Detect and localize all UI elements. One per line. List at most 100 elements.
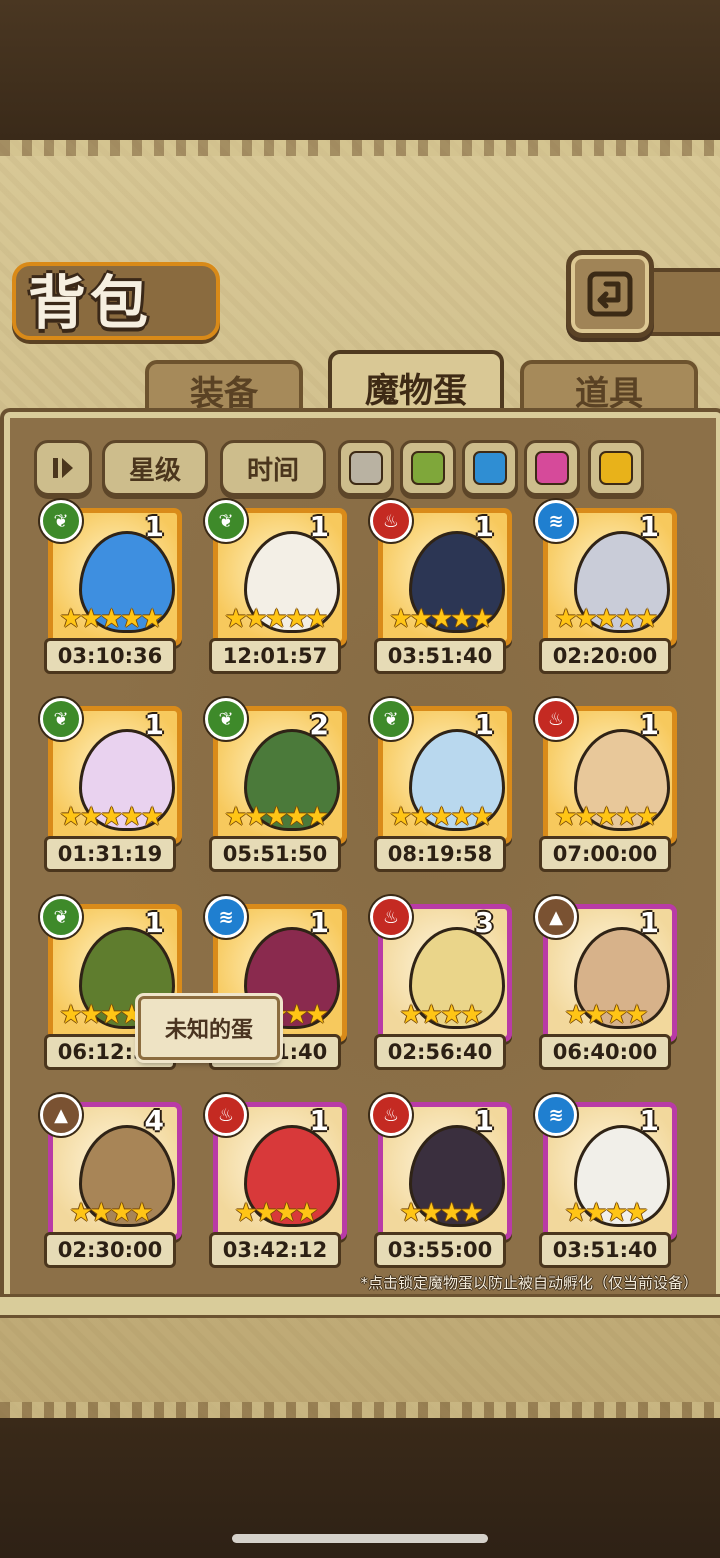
egg-timer: 12:01:57 (209, 638, 341, 674)
water-element-icon: ≋ (205, 896, 247, 938)
egg-count: 1 (639, 708, 659, 741)
egg-timer: 08:19:58 (374, 836, 506, 872)
egg-card[interactable]: ▲ 1 ★★★★ 06:40:00 (535, 896, 677, 1070)
egg-stars: ★★★★ (399, 1198, 483, 1228)
plant-element-icon: ❦ (205, 500, 247, 542)
egg-timer: 02:20:00 (539, 638, 671, 674)
egg-timer: 03:55:00 (374, 1232, 506, 1268)
egg-card[interactable]: ≋ 1 ★★★★★ 02:20:00 (535, 500, 677, 674)
filter-gray-swatch (349, 451, 383, 485)
plant-element-icon: ❦ (40, 698, 82, 740)
egg-count: 1 (144, 708, 164, 741)
page-title: 背包 (28, 269, 153, 337)
egg-count: 1 (309, 510, 329, 543)
egg-stars: ★★★★★ (59, 802, 164, 832)
fire-element-icon: ♨ (535, 698, 577, 740)
panel-bottom-rail (0, 1294, 720, 1318)
plant-element-icon: ❦ (40, 500, 82, 542)
egg-card[interactable]: ♨ 1 ★★★★★ 07:00:00 (535, 698, 677, 872)
egg-stars: ★★★★★ (59, 604, 164, 634)
egg-timer: 03:42:12 (209, 1232, 341, 1268)
egg-card[interactable]: ❦ 1 ★★★★★ 08:19:58 (370, 698, 512, 872)
category-tabs: 装备 魔物蛋 道具 (10, 350, 710, 420)
egg-count: 1 (309, 1104, 329, 1137)
filter-pink-button[interactable] (524, 440, 580, 496)
egg-count: 1 (639, 510, 659, 543)
egg-stars: ★★★★★ (554, 604, 659, 634)
egg-count: 1 (144, 906, 164, 939)
tab-items[interactable]: 道具 (520, 360, 698, 416)
egg-count: 1 (474, 510, 494, 543)
egg-card[interactable]: ♨ 1 ★★★★★ 03:51:40 (370, 500, 512, 674)
top-background (0, 0, 720, 140)
egg-timer: 03:51:40 (374, 638, 506, 674)
fire-element-icon: ♨ (370, 1094, 412, 1136)
egg-stars: ★★★★ (564, 1000, 648, 1030)
water-element-icon: ≋ (535, 500, 577, 542)
home-indicator[interactable] (232, 1534, 488, 1543)
egg-timer: 06:40:00 (539, 1034, 671, 1070)
fire-element-icon: ♨ (370, 500, 412, 542)
egg-stars: ★★★★★ (554, 802, 659, 832)
egg-tooltip: 未知的蛋 (138, 996, 280, 1060)
filter-gold-button[interactable] (588, 440, 644, 496)
egg-count: 2 (309, 708, 329, 741)
sort-by-time-button[interactable]: 时间 (220, 440, 326, 496)
egg-timer: 01:31:19 (44, 836, 176, 872)
egg-timer: 03:10:36 (44, 638, 176, 674)
egg-card[interactable]: ≋ 1 ★★★★ 03:51:40 (535, 1094, 677, 1268)
egg-stars: ★★★★★ (389, 604, 494, 634)
egg-stars: ★★★★★ (224, 604, 329, 634)
lock-hint-text: *点击锁定魔物蛋以防止被自动孵化（仅当前设备） (360, 1274, 698, 1292)
egg-card[interactable]: ♨ 3 ★★★★ 02:56:40 (370, 896, 512, 1070)
egg-stars: ★★★★ (69, 1198, 153, 1228)
egg-stars: ★★★★ (234, 1198, 318, 1228)
plant-element-icon: ❦ (40, 896, 82, 938)
egg-card[interactable]: ❦ 1 ★★★★★ 01:31:19 (40, 698, 182, 872)
earth-element-icon: ▲ (535, 896, 577, 938)
egg-stars: ★★★★ (399, 1000, 483, 1030)
fire-element-icon: ♨ (370, 896, 412, 938)
egg-card[interactable]: ▲ 4 ★★★★ 02:30:00 (40, 1094, 182, 1268)
tab-monster-eggs[interactable]: 魔物蛋 (328, 350, 504, 420)
sort-order-button[interactable] (34, 440, 92, 496)
egg-timer: 05:51:50 (209, 836, 341, 872)
egg-count: 1 (474, 1104, 494, 1137)
plant-element-icon: ❦ (370, 698, 412, 740)
filter-pink-swatch (535, 451, 569, 485)
sort-toggle-icon (53, 458, 73, 478)
egg-card[interactable]: ❦ 1 ★★★★★ 12:01:57 (205, 500, 347, 674)
filter-blue-button[interactable] (462, 440, 518, 496)
back-button[interactable] (566, 250, 654, 338)
return-arrow-icon (587, 271, 633, 317)
egg-timer: 02:56:40 (374, 1034, 506, 1070)
filter-gold-swatch (599, 451, 633, 485)
tab-equipment[interactable]: 装备 (145, 360, 303, 416)
egg-card[interactable]: ❦ 2 ★★★★★ 05:51:50 (205, 698, 347, 872)
filter-gray-button[interactable] (338, 440, 394, 496)
water-element-icon: ≋ (535, 1094, 577, 1136)
egg-timer: 03:51:40 (539, 1232, 671, 1268)
filter-green-button[interactable] (400, 440, 456, 496)
egg-stars: ★★★★★ (224, 802, 329, 832)
egg-card[interactable]: ♨ 1 ★★★★ 03:55:00 (370, 1094, 512, 1268)
egg-stars: ★★★★ (564, 1198, 648, 1228)
egg-count: 1 (639, 906, 659, 939)
egg-count: 3 (474, 906, 494, 939)
filter-green-swatch (411, 451, 445, 485)
egg-card[interactable]: ♨ 1 ★★★★ 03:42:12 (205, 1094, 347, 1268)
egg-count: 1 (474, 708, 494, 741)
egg-count: 1 (144, 510, 164, 543)
plant-element-icon: ❦ (205, 698, 247, 740)
fire-element-icon: ♨ (205, 1094, 247, 1136)
egg-timer: 07:00:00 (539, 836, 671, 872)
sort-by-star-button[interactable]: 星级 (102, 440, 208, 496)
filter-blue-swatch (473, 451, 507, 485)
egg-timer: 02:30:00 (44, 1232, 176, 1268)
earth-element-icon: ▲ (40, 1094, 82, 1136)
egg-card[interactable]: ❦ 1 ★★★★★ 03:10:36 (40, 500, 182, 674)
egg-count: 1 (309, 906, 329, 939)
egg-stars: ★★★★★ (389, 802, 494, 832)
egg-count: 1 (639, 1104, 659, 1137)
egg-count: 4 (144, 1104, 164, 1137)
